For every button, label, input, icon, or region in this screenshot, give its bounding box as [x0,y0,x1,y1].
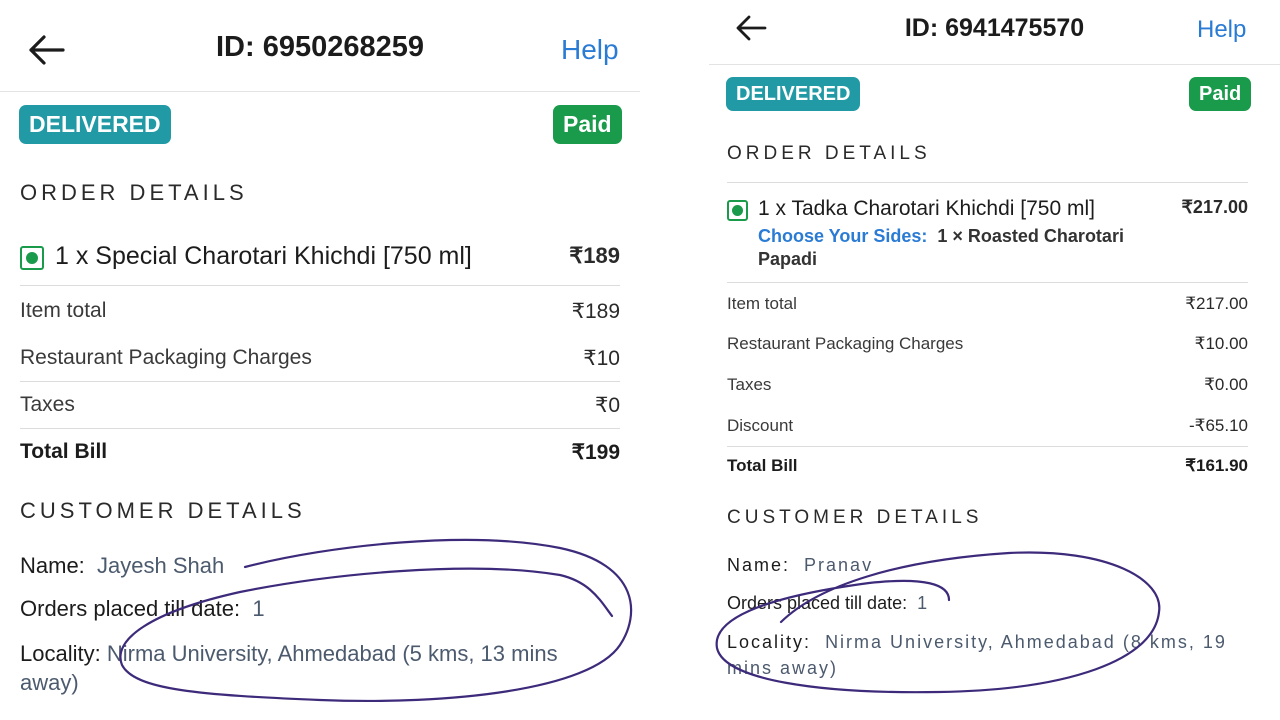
bill-row-label: Discount [727,416,794,435]
orders-count-label: Orders placed till date: [727,593,908,613]
total-bill-label: Total Bill [727,456,798,475]
customer-details-heading: CUSTOMER DETAILS [20,498,306,523]
customer-name: Name: Pranav [727,555,873,576]
bill-row-label: Taxes [20,393,75,416]
sides-label: Choose Your Sides: [758,226,928,246]
bill-row-label: Item total [20,299,107,322]
item-divider [727,282,1248,283]
total-bill-value: ₹199 [571,440,620,464]
right-order-screen: ID: 6941475570 Help DELIVERED Paid ORDER… [709,0,1280,720]
help-link[interactable]: Help [1197,16,1246,44]
bill-row-value: ₹217.00 [1185,294,1248,313]
customer-locality: Locality: Nirma University, Ahmedabad (5… [20,639,620,697]
veg-indicator-icon [727,200,748,221]
bill-divider [727,446,1248,447]
bill-row: Restaurant Packaging Charges ₹10.00 [727,331,1248,357]
bill-row-label: Item total [727,294,797,313]
paid-status-badge: Paid [1189,77,1252,111]
bill-row-label: Restaurant Packaging Charges [20,346,312,369]
customer-name-value: Pranav [804,555,874,575]
customer-name-label: Name: [727,555,791,575]
order-details-heading: ORDER DETAILS [20,180,248,205]
bill-row: Restaurant Packaging Charges ₹10 [20,343,620,373]
bill-row: Item total ₹217.00 [727,291,1248,317]
orders-count-label: Orders placed till date: [20,596,241,621]
header: ID: 6941475570 Help [709,0,1280,64]
paid-status-badge: Paid [553,105,622,144]
customer-name-value: Jayesh Shah [97,553,225,578]
locality-label: Locality: [727,632,812,652]
bill-row: Discount -₹65.10 [727,413,1248,439]
header-divider [0,91,640,92]
veg-indicator-icon [20,246,44,270]
item-divider [20,285,620,286]
header-divider [709,64,1280,65]
bill-row-value: ₹0 [594,393,620,417]
bill-row: Taxes ₹0 [20,390,620,420]
total-bill-label: Total Bill [20,440,108,463]
bill-row: Item total ₹189 [20,296,620,326]
header: ID: 6950268259 Help [0,0,640,92]
bill-row: Taxes ₹0.00 [727,372,1248,398]
customer-orders: Orders placed till date: 1 [727,593,927,614]
bill-row-value: -₹65.10 [1188,416,1248,435]
customer-details-heading: CUSTOMER DETAILS [727,507,983,528]
item-price: ₹189 [569,243,620,268]
order-id-title: ID: 6950268259 [216,31,424,63]
bill-row-label: Taxes [727,375,772,394]
bill-divider [20,381,620,382]
item-name: 1 x Special Charotari Khichdi [750 ml] [55,242,472,270]
section-divider [727,182,1248,183]
locality-value: Nirma University, Ahmedabad (5 kms, 13 m… [20,641,558,695]
total-bill-value: ₹161.90 [1185,456,1248,475]
bill-row-value: ₹0.00 [1204,375,1248,394]
left-order-screen: ID: 6950268259 Help DELIVERED Paid ORDER… [0,0,640,720]
help-link[interactable]: Help [561,34,619,66]
delivered-status-badge: DELIVERED [19,105,171,144]
total-bill-row: Total Bill ₹199 [20,437,620,467]
bill-row-value: ₹189 [571,299,620,323]
customer-locality: Locality: Nirma University, Ahmedabad (8… [727,629,1247,681]
item-price: ₹217.00 [1181,197,1248,217]
order-id-title: ID: 6941475570 [904,14,1085,42]
customer-name: Name: Jayesh Shah [20,553,224,579]
bill-divider [20,428,620,429]
item-customization: Choose Your Sides: 1 × Roasted Charotari… [758,225,1168,271]
bill-row-label: Restaurant Packaging Charges [727,334,964,353]
orders-count-value: 1 [917,593,928,613]
customer-name-label: Name: [20,553,85,578]
screenshot-gap [640,0,709,720]
locality-label: Locality: [20,641,101,666]
item-name: 1 x Tadka Charotari Khichdi [750 ml] [758,197,1095,220]
orders-count-value: 1 [252,596,265,621]
delivered-status-badge: DELIVERED [726,77,861,111]
order-details-heading: ORDER DETAILS [727,143,931,164]
bill-row-value: ₹10.00 [1194,334,1248,353]
total-bill-row: Total Bill ₹161.90 [727,453,1248,479]
customer-orders: Orders placed till date: 1 [20,596,265,622]
bill-row-value: ₹10 [583,346,620,370]
